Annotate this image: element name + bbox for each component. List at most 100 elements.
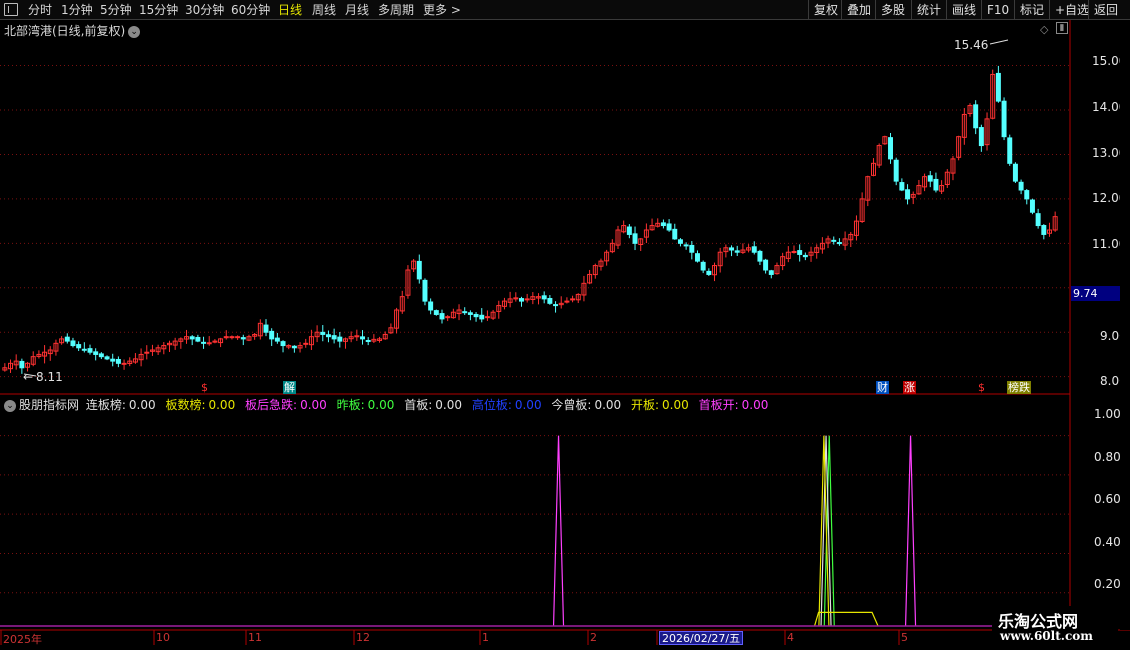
candle-body (416, 260, 422, 280)
candle-body (757, 250, 763, 262)
ind-tick-1: 1.00 (1094, 407, 1121, 421)
x-label-11: 11 (248, 631, 262, 644)
candle-body (570, 298, 576, 301)
chevron-down-icon[interactable]: ⌄ (128, 25, 141, 38)
statistics-button[interactable]: 统计 (911, 0, 946, 20)
candle-body (706, 270, 712, 275)
candle-body (836, 242, 842, 245)
candle-body (666, 223, 672, 231)
indicator-menu-icon[interactable]: ⌄ (4, 399, 16, 412)
period-tab-5min[interactable]: 5分钟 (100, 2, 132, 18)
candle-body (933, 178, 939, 191)
candle-body (269, 330, 275, 340)
f10-button[interactable]: F10 (981, 0, 1014, 20)
ind-label-zuoban: 昨板: 0.00 (336, 398, 395, 412)
finance-marker[interactable]: 财 (876, 381, 889, 394)
candle-body (189, 336, 195, 340)
period-tab-60min[interactable]: 60分钟 (231, 2, 270, 18)
candle-body (354, 335, 360, 338)
adjust-button[interactable]: 复权 (808, 0, 843, 20)
period-tab-daily[interactable]: 日线 (278, 2, 302, 18)
candle-body (121, 362, 127, 365)
candle-body (1041, 225, 1047, 235)
candle-body (547, 297, 553, 304)
candle-body (206, 342, 212, 345)
candle-body (1024, 190, 1030, 200)
diamond-icon[interactable]: ◇ (1040, 23, 1048, 36)
candle-body (700, 261, 706, 271)
kline-chart[interactable] (0, 0, 1130, 650)
period-tab-more[interactable]: 更多 > (423, 2, 461, 18)
candle-body (235, 336, 241, 339)
candle-body (524, 298, 530, 301)
watermark-url: www.60lt.com (1000, 629, 1093, 643)
period-tab-30min[interactable]: 30分钟 (185, 2, 224, 18)
period-tab-realtime[interactable]: 分时 (28, 2, 52, 18)
candle-body (1018, 181, 1024, 191)
x-label-10: 10 (156, 631, 170, 644)
candle-body (632, 233, 638, 244)
ind-label-banshu: 板数榜: 0.00 (165, 398, 236, 412)
mark-button[interactable]: 标记 (1014, 0, 1049, 20)
ind-tick-0.6: 0.60 (1094, 492, 1121, 506)
ind-label-banhou: 板后急跌: 0.00 (245, 398, 327, 412)
price-panel-title: 北部湾港(日线,前复权) ⌄ (4, 22, 141, 39)
ind-label-shouban: 首板: 0.00 (404, 398, 462, 412)
x-label-4: 4 (787, 631, 794, 644)
draw-line-button[interactable]: 画线 (946, 0, 981, 20)
candle-body (331, 335, 337, 340)
current-price-badge: 9.74 (1071, 286, 1123, 301)
overlay-button[interactable]: 叠加 (841, 0, 876, 20)
x-label-2025: 2025年 (3, 633, 42, 646)
multi-stock-button[interactable]: 多股 (875, 0, 910, 20)
candle-body (683, 244, 689, 247)
candle-body (263, 324, 269, 333)
unlock-marker[interactable]: 解 (283, 381, 296, 394)
candle-body (1012, 163, 1018, 182)
period-tab-monthly[interactable]: 月线 (345, 2, 369, 18)
candle-body (831, 239, 837, 242)
candle-body (473, 313, 479, 318)
candle-body (365, 339, 371, 342)
x-label-12: 12 (356, 631, 370, 644)
candle-body (626, 226, 632, 235)
candle-body (893, 159, 899, 182)
candle-body (320, 331, 326, 335)
panel-toggle-icon[interactable]: ▮ (1056, 22, 1068, 34)
candle-body (303, 342, 309, 345)
candle-body (229, 336, 235, 339)
ind-tick-0.4: 0.40 (1094, 535, 1121, 549)
ind-label-lianban: 连板榜: 0.00 (85, 398, 156, 412)
candle-body (445, 316, 451, 319)
candle-body (280, 341, 286, 347)
candle-body (791, 251, 797, 254)
period-tab-weekly[interactable]: 周线 (312, 2, 336, 18)
candle-body (802, 254, 808, 258)
candle-body (905, 189, 911, 200)
dividend-marker-2[interactable]: $ (977, 381, 986, 394)
rise-marker[interactable]: 涨 (903, 381, 916, 394)
candle-body (751, 246, 757, 253)
ind-label-kaiban: 开板: 0.00 (631, 398, 689, 412)
x-axis-ticks (0, 630, 900, 645)
right-info-strip (1120, 20, 1130, 630)
period-tab-multi[interactable]: 多周期 (378, 2, 414, 18)
candle-body (1001, 100, 1007, 138)
candle-body (927, 175, 933, 182)
ind-tick-0.8: 0.80 (1094, 450, 1121, 464)
candle-body (422, 279, 428, 302)
candle-body (734, 250, 740, 253)
dividend-marker[interactable]: $ (200, 381, 209, 394)
window-menu-icon[interactable] (4, 3, 18, 16)
period-tab-1min[interactable]: 1分钟 (61, 2, 93, 18)
period-tab-15min[interactable]: 15分钟 (139, 2, 178, 18)
candle-body (64, 336, 70, 342)
billboard-fall-marker[interactable]: 榜跌 (1007, 381, 1031, 394)
candle-body (694, 253, 700, 262)
back-button[interactable]: 返回 (1088, 0, 1123, 20)
candle-body (462, 311, 468, 314)
candle-body (337, 336, 343, 342)
x-label-5: 5 (901, 631, 908, 644)
candle-body (479, 314, 485, 320)
candle-body (87, 348, 93, 353)
